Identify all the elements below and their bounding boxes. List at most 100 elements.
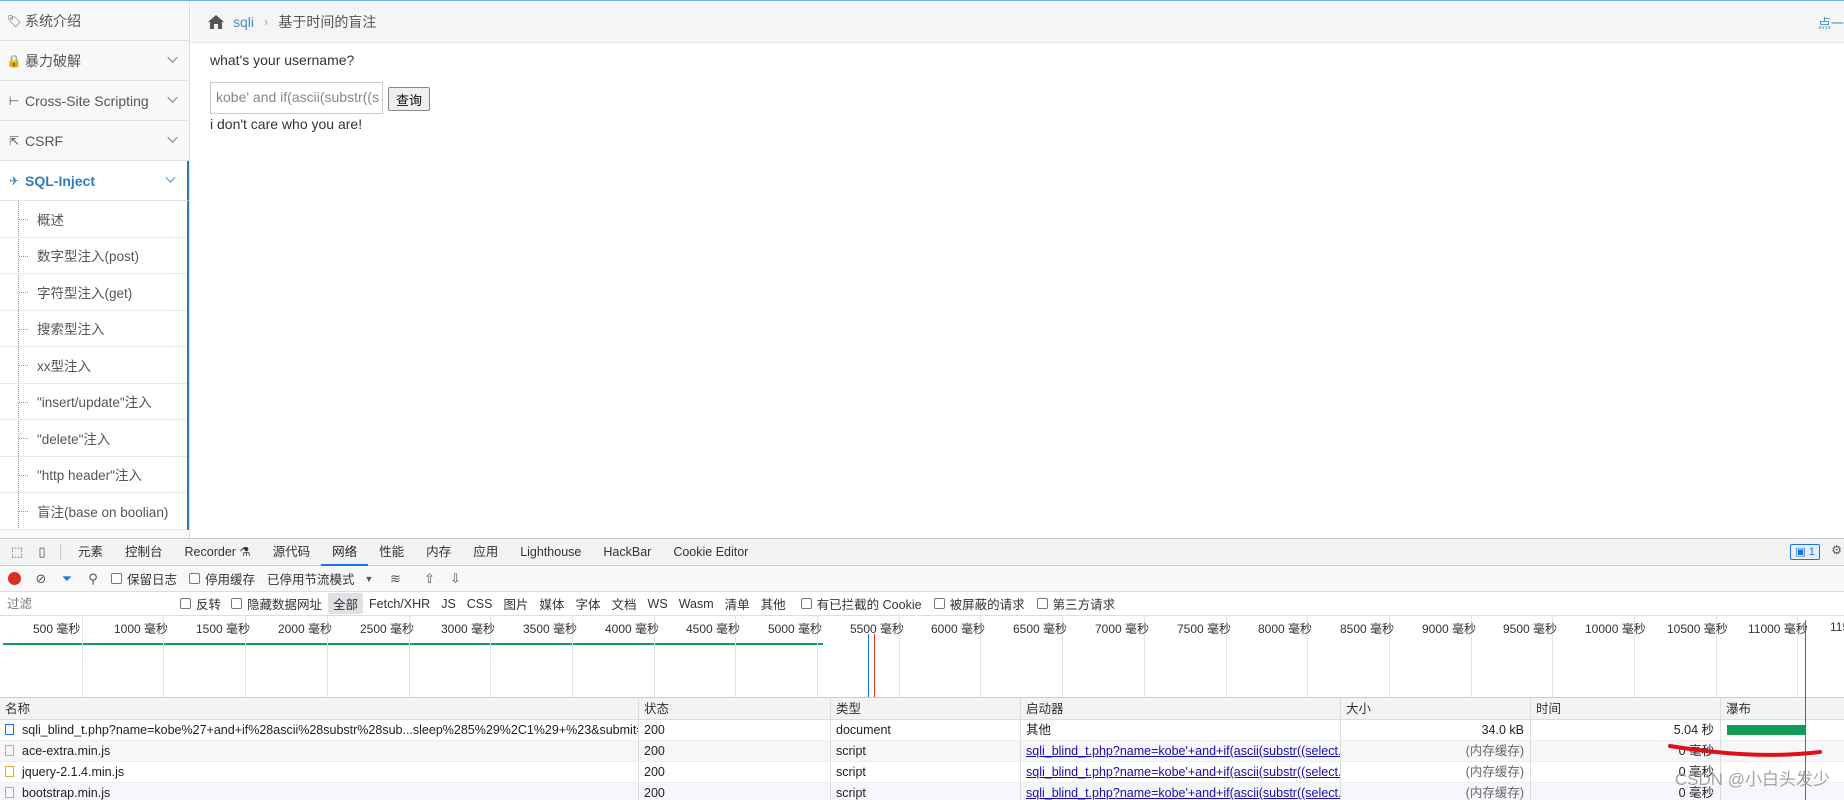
breadcrumb-link[interactable]: sqli xyxy=(233,14,254,30)
column-header-type[interactable]: 类型 xyxy=(831,698,1021,719)
tab-performance[interactable]: 性能 xyxy=(368,539,415,566)
checkbox-box[interactable] xyxy=(933,598,945,609)
tab-hackbar[interactable]: HackBar xyxy=(592,539,662,566)
column-header-waterfall[interactable]: 瀑布 xyxy=(1721,698,1844,719)
table-row[interactable]: bootstrap.min.js 200 script sqli_blind_t… xyxy=(0,783,1844,800)
third-party-checkbox[interactable]: 第三方请求 xyxy=(1036,594,1115,613)
tab-lighthouse[interactable]: Lighthouse xyxy=(509,539,592,566)
export-har-icon[interactable]: ⇩ xyxy=(447,571,463,587)
tab-sources[interactable]: 源代码 xyxy=(262,539,322,566)
filter-type-media[interactable]: 媒体 xyxy=(535,593,570,614)
filter-type-other[interactable]: 其他 xyxy=(756,593,791,614)
filter-input[interactable]: 过滤 xyxy=(0,594,170,614)
cell-size: 34.0 kB xyxy=(1341,720,1531,740)
submenu-item[interactable]: "delete"注入 xyxy=(0,420,187,457)
device-toolbar-icon[interactable]: ▯ xyxy=(34,544,50,560)
submenu-item[interactable]: 盲注(base on boolian) xyxy=(0,493,187,530)
tab-memory[interactable]: 内存 xyxy=(415,539,462,566)
timeline-tick-label: 8500 毫秒 xyxy=(1340,622,1395,636)
sidebar-item-bruteforce[interactable]: 🔒 暴力破解 xyxy=(0,41,189,81)
tab-cookie-editor[interactable]: Cookie Editor xyxy=(662,539,759,566)
filter-type-js[interactable]: JS xyxy=(436,596,461,612)
filter-icon[interactable]: ⏷ xyxy=(59,571,75,587)
filter-type-all[interactable]: 全部 xyxy=(328,593,364,614)
timeline-tick-label: 3500 毫秒 xyxy=(523,622,578,636)
web-page: 🏷 系统介绍 🔒 暴力破解 ⊢ Cross-Site Scripting ⇱ C… xyxy=(0,0,1844,539)
home-icon[interactable] xyxy=(207,14,225,30)
clear-icon[interactable]: ⊘ xyxy=(33,571,49,587)
submenu-item[interactable]: xx型注入 xyxy=(0,347,187,384)
timeline-tick-label: 10500 毫秒 xyxy=(1667,622,1728,636)
preserve-log-checkbox[interactable]: 保留日志 xyxy=(111,569,177,588)
filter-type-css[interactable]: CSS xyxy=(462,596,498,612)
tab-recorder[interactable]: Recorder ⚗ xyxy=(174,539,262,566)
submit-button[interactable]: 查询 xyxy=(388,87,430,111)
cell-type: script xyxy=(831,741,1021,761)
sidebar-item-sqli[interactable]: ✈ SQL-Inject xyxy=(0,161,189,201)
record-icon[interactable] xyxy=(8,572,21,585)
filter-type-img[interactable]: 图片 xyxy=(498,593,533,614)
external-link-icon: ⇱ xyxy=(8,133,20,148)
invert-checkbox[interactable]: 反转 xyxy=(180,594,221,613)
cell-initiator[interactable]: sqli_blind_t.php?name=kobe'+and+if(ascii… xyxy=(1021,741,1341,761)
filter-type-font[interactable]: 字体 xyxy=(571,593,606,614)
sidebar-item-intro[interactable]: 🏷 系统介绍 xyxy=(0,1,189,41)
checkbox-box[interactable] xyxy=(231,598,243,609)
filter-type-wasm[interactable]: Wasm xyxy=(674,596,719,612)
settings-gear-icon[interactable]: ⚙ xyxy=(1831,543,1842,557)
column-header-name[interactable]: 名称 xyxy=(0,698,639,719)
column-header-size[interactable]: 大小 xyxy=(1341,698,1531,719)
table-row[interactable]: sqli_blind_t.php?name=kobe%27+and+if%28a… xyxy=(0,720,1844,741)
throttling-select[interactable]: 已停用节流模式 ▼ xyxy=(267,569,373,588)
column-header-status[interactable]: 状态 xyxy=(639,698,831,719)
timeline-tick-label: 500 毫秒 xyxy=(33,622,81,636)
inspect-element-icon[interactable]: ⬚ xyxy=(9,544,25,560)
checkbox-box[interactable] xyxy=(1036,598,1048,609)
cell-initiator[interactable]: sqli_blind_t.php?name=kobe'+and+if(ascii… xyxy=(1021,783,1341,800)
submenu-item[interactable]: "insert/update"注入 xyxy=(0,384,187,420)
filter-type-manifest[interactable]: 清单 xyxy=(720,593,755,614)
column-header-time[interactable]: 时间 xyxy=(1531,698,1721,719)
import-har-icon[interactable]: ⇧ xyxy=(421,571,437,587)
checkbox-box[interactable] xyxy=(111,573,122,584)
sidebar-item-csrf[interactable]: ⇱ CSRF xyxy=(0,121,189,161)
filter-type-doc[interactable]: 文档 xyxy=(607,593,642,614)
timeline-tick-label: 8000 毫秒 xyxy=(1258,622,1313,636)
network-overview-timeline[interactable]: 500 毫秒 1000 毫秒 1500 毫秒 2000 毫秒 2500 毫秒 3000 毫… xyxy=(0,616,1844,698)
tab-elements[interactable]: 元素 xyxy=(67,539,114,566)
script-file-icon xyxy=(5,787,14,798)
issues-badge[interactable]: ▣ 1 xyxy=(1790,544,1820,560)
top-right-link[interactable]: 点一 xyxy=(1818,13,1844,32)
sidebar-item-xss[interactable]: ⊢ Cross-Site Scripting xyxy=(0,81,189,121)
tab-console[interactable]: 控制台 xyxy=(114,539,174,566)
network-request-table: 名称 状态 类型 启动器 大小 时间 瀑布 sqli_blind_t.php?n… xyxy=(0,698,1844,800)
filter-type-fetch[interactable]: Fetch/XHR xyxy=(364,596,435,612)
checkbox-box[interactable] xyxy=(180,598,191,609)
column-header-initiator[interactable]: 启动器 xyxy=(1021,698,1341,719)
username-input[interactable]: kobe' and if(ascii(substr((s xyxy=(210,82,383,114)
submenu-item[interactable]: 数字型注入(post) xyxy=(0,238,187,274)
search-icon[interactable]: ⚲ xyxy=(85,571,101,587)
blocked-requests-checkbox[interactable]: 被屏蔽的请求 xyxy=(933,594,1025,613)
tab-application[interactable]: 应用 xyxy=(462,539,509,566)
filter-type-ws[interactable]: WS xyxy=(643,596,673,612)
submenu-item[interactable]: 字符型注入(get) xyxy=(0,274,187,311)
cell-size: (内存缓存) xyxy=(1341,762,1531,782)
submenu-item[interactable]: 搜索型注入 xyxy=(0,311,187,347)
timeline-tick-label: 1000 毫秒 xyxy=(114,622,169,636)
table-row[interactable]: ace-extra.min.js 200 script sqli_blind_t… xyxy=(0,741,1844,762)
request-name: bootstrap.min.js xyxy=(22,786,111,800)
submenu-item[interactable]: 概述 xyxy=(0,201,187,238)
disable-cache-checkbox[interactable]: 停用缓存 xyxy=(189,569,255,588)
cell-time: 5.04 秒 xyxy=(1531,720,1721,740)
tab-network[interactable]: 网络 xyxy=(321,539,369,566)
blocked-cookies-checkbox[interactable]: 有已拦截的 Cookie xyxy=(800,594,922,613)
submenu-item[interactable]: "http header"注入 xyxy=(0,457,187,493)
throttling-value: 已停用节流模式 xyxy=(267,573,355,587)
hide-data-urls-checkbox[interactable]: 隐藏数据网址 xyxy=(231,594,322,613)
checkbox-box[interactable] xyxy=(800,598,812,609)
table-row[interactable]: jquery-2.1.4.min.js 200 script sqli_blin… xyxy=(0,762,1844,783)
cell-initiator[interactable]: sqli_blind_t.php?name=kobe'+and+if(ascii… xyxy=(1021,762,1341,782)
network-conditions-icon[interactable]: ≋ xyxy=(387,571,403,587)
checkbox-box[interactable] xyxy=(189,573,201,584)
